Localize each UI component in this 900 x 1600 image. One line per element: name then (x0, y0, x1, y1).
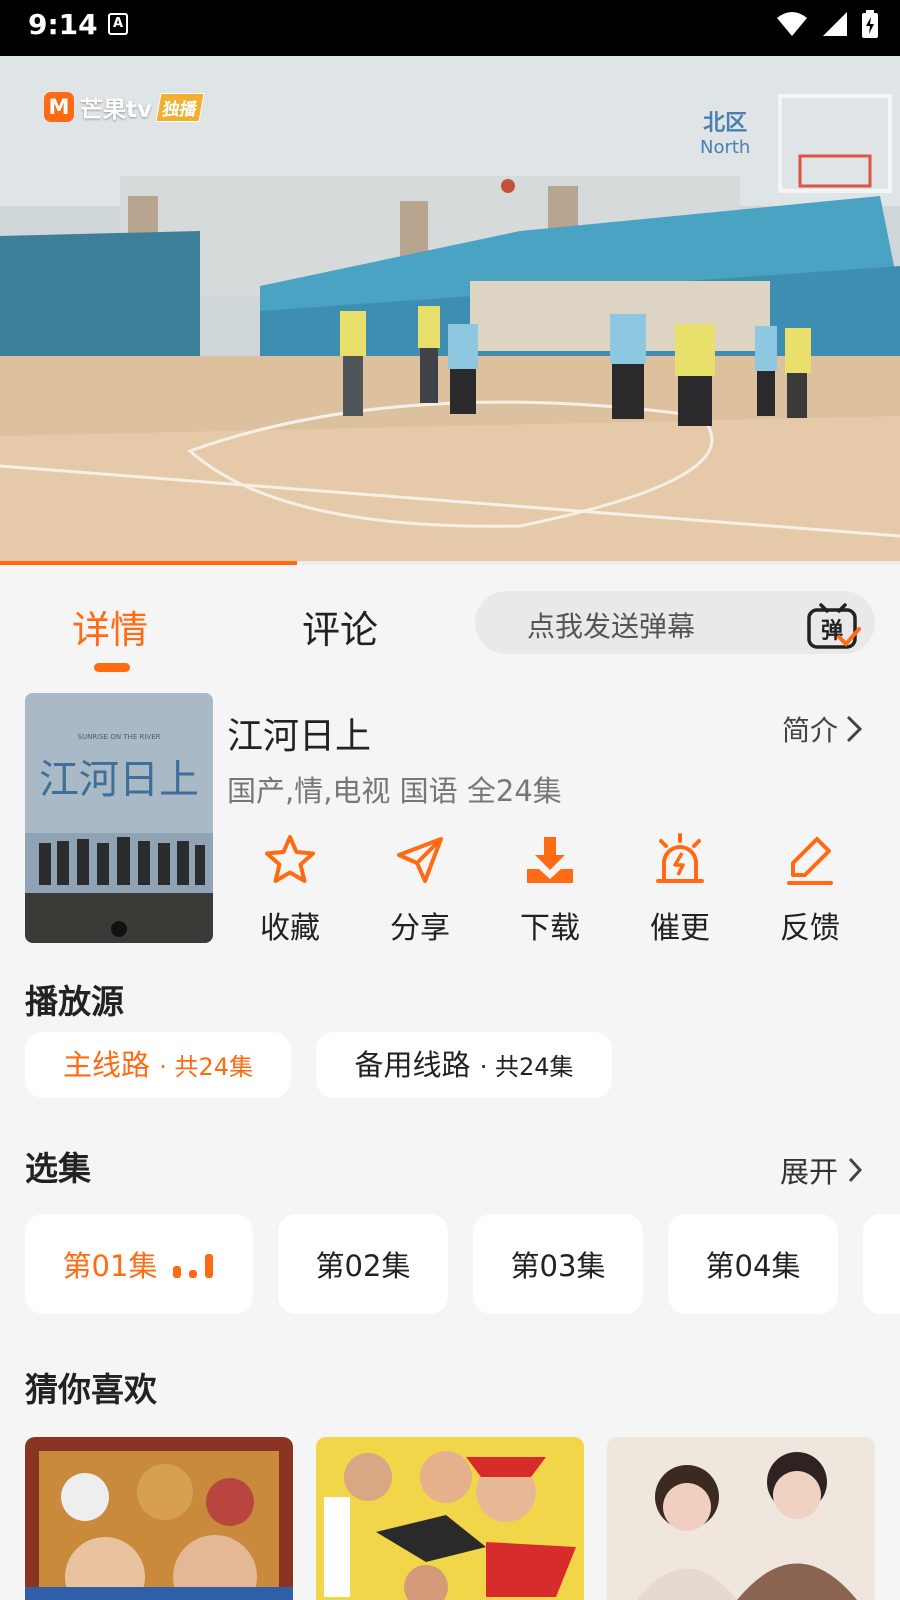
tab-comments[interactable]: 评论 (302, 599, 378, 654)
exclusive-tag: 独播 (155, 92, 205, 122)
episode-label: 第01集 (62, 1249, 158, 1283)
download-icon (527, 837, 573, 883)
show-poster[interactable]: SUNRISE ON THE RIVER 江河日上 (25, 693, 213, 943)
show-info: SUNRISE ON THE RIVER 江河日上 江河日上 简介 国产,情,电… (0, 693, 900, 946)
recommendation-card[interactable] (316, 1437, 584, 1600)
scene-sign-sub: North (700, 137, 751, 158)
danmaku-input[interactable]: 点我发送弹幕 弹 (475, 591, 875, 654)
episode-label: 第02集 (315, 1249, 411, 1283)
poster-image: SUNRISE ON THE RIVER 江河日上 (25, 693, 213, 943)
wifi-icon (777, 12, 807, 36)
episodes-section-title: 选集 (25, 1149, 91, 1188)
episode-item[interactable]: 第02集 (278, 1214, 448, 1314)
source-main-name: 主线路 (62, 1048, 150, 1082)
show-title: 江河日上 (227, 716, 372, 757)
tab-details[interactable]: 详情 (72, 599, 148, 654)
expand-episodes-button[interactable]: 展开 (780, 1149, 864, 1191)
favorite-button[interactable]: 收藏 (240, 833, 340, 947)
edit-icon (787, 837, 833, 885)
tabs-row: 详情 评论 点我发送弹幕 弹 (0, 565, 900, 672)
mango-tv-logo: M 芒果tv 独播 (44, 90, 205, 124)
recommendation-card[interactable] (25, 1437, 293, 1600)
download-button[interactable]: 下载 (500, 833, 600, 947)
star-icon (265, 835, 315, 883)
source-backup-count: · 共24集 (479, 1053, 574, 1081)
download-label: 下载 (520, 911, 580, 946)
scene-sign-text: 北区 (703, 111, 748, 136)
source-backup-line[interactable]: 备用线路 · 共24集 (316, 1032, 612, 1098)
recommendations-section-title: 猜你喜欢 (25, 1370, 157, 1409)
signal-icon (823, 12, 847, 36)
chevron-right-icon (846, 715, 863, 743)
danmaku-icon[interactable]: 弹 (805, 597, 861, 651)
share-label: 分享 (390, 911, 450, 946)
urge-update-button[interactable]: 催更 (630, 833, 730, 947)
status-bar: 9:14 A (0, 0, 900, 56)
episode-item[interactable]: 第03集 (473, 1214, 643, 1314)
battery-icon (862, 10, 878, 38)
source-main-count: · 共24集 (159, 1053, 254, 1081)
source-main-line[interactable]: 主线路 · 共24集 (25, 1032, 291, 1098)
poster-title: 江河日上 (39, 757, 199, 803)
notification-a-icon: A (108, 13, 128, 35)
status-time: 9:14 (28, 8, 98, 41)
recommendation-card[interactable] (607, 1437, 875, 1600)
video-frame (0, 56, 900, 561)
share-button[interactable]: 分享 (370, 833, 470, 947)
source-section-title: 播放源 (25, 982, 124, 1021)
source-backup-name: 备用线路 (354, 1048, 471, 1082)
episode-item-partial[interactable] (863, 1214, 900, 1314)
now-playing-icon (173, 1254, 214, 1278)
feedback-label: 反馈 (780, 911, 840, 946)
episode-item[interactable]: 第04集 (668, 1214, 838, 1314)
intro-label: 简介 (781, 714, 838, 747)
brand-name: 芒果tv (80, 97, 152, 123)
danmaku-placeholder: 点我发送弹幕 (527, 610, 696, 643)
send-icon (397, 837, 443, 883)
show-meta: 国产,情,电视 国语 全24集 (227, 774, 562, 808)
scene-sign: 北区 North (700, 112, 750, 160)
recommendation-poster (607, 1437, 875, 1600)
chevron-right-icon (848, 1157, 863, 1183)
urge-update-label: 催更 (650, 911, 710, 946)
intro-link[interactable]: 简介 (782, 709, 864, 749)
recommendation-poster (316, 1437, 584, 1600)
expand-label: 展开 (779, 1155, 838, 1189)
episode-label: 第04集 (705, 1249, 801, 1283)
tab-active-indicator (94, 663, 130, 672)
video-player[interactable]: M 芒果tv 独播 北区 North (0, 56, 900, 561)
poster-caption: SUNRISE ON THE RIVER (78, 733, 161, 741)
feedback-button[interactable]: 反馈 (760, 833, 860, 947)
episode-label: 第03集 (510, 1249, 606, 1283)
status-icons (776, 10, 878, 38)
alarm-icon (656, 833, 704, 883)
recommendation-poster (25, 1437, 293, 1600)
favorite-label: 收藏 (260, 911, 320, 946)
episode-item[interactable]: 第01集 (25, 1214, 253, 1314)
brand-m-icon: M (44, 92, 74, 122)
